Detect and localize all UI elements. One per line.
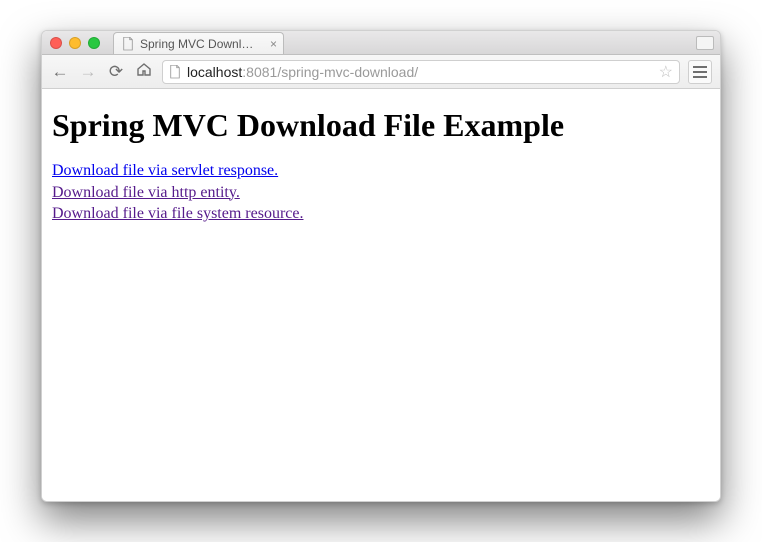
link-list: Download file via servlet response. Down… [52,160,710,225]
close-tab-icon[interactable]: × [270,38,277,50]
page-content: Spring MVC Download File Example Downloa… [42,89,720,501]
browser-toolbar: ← → ⟳ localhost:8081/spring-mvc-download… [42,55,720,89]
window-titlebar: Spring MVC Download File × [42,31,720,55]
browser-tab[interactable]: Spring MVC Download File × [113,32,284,54]
download-link-filesystem-resource[interactable]: Download file via file system resource. [52,205,303,222]
url-text: localhost:8081/spring-mvc-download/ [187,64,653,80]
back-button[interactable]: ← [50,62,70,82]
home-button[interactable] [134,61,154,82]
download-link-servlet[interactable]: Download file via servlet response. [52,162,278,179]
hamburger-icon [693,66,707,78]
zoom-window-button[interactable] [88,37,100,49]
list-item: Download file via servlet response. [52,160,710,182]
reload-button[interactable]: ⟳ [106,62,126,82]
hamburger-menu-button[interactable] [688,60,712,84]
forward-button[interactable]: → [78,62,98,82]
bookmark-star-icon[interactable]: ☆ [659,62,673,82]
list-item: Download file via http entity. [52,182,710,204]
traffic-lights [50,37,100,49]
page-icon [122,37,134,51]
browser-window: Spring MVC Download File × ← → ⟳ localho… [41,30,721,502]
site-icon [169,65,181,79]
url-host: localhost [187,64,242,80]
url-port: :8081 [242,64,277,80]
address-bar[interactable]: localhost:8081/spring-mvc-download/ ☆ [162,60,680,84]
minimize-window-button[interactable] [69,37,81,49]
close-window-button[interactable] [50,37,62,49]
list-item: Download file via file system resource. [52,203,710,225]
window-corner-button[interactable] [696,36,714,50]
tab-title: Spring MVC Download File [140,37,260,51]
download-link-http-entity[interactable]: Download file via http entity. [52,184,240,201]
url-path: /spring-mvc-download/ [277,64,418,80]
page-heading: Spring MVC Download File Example [52,107,710,144]
